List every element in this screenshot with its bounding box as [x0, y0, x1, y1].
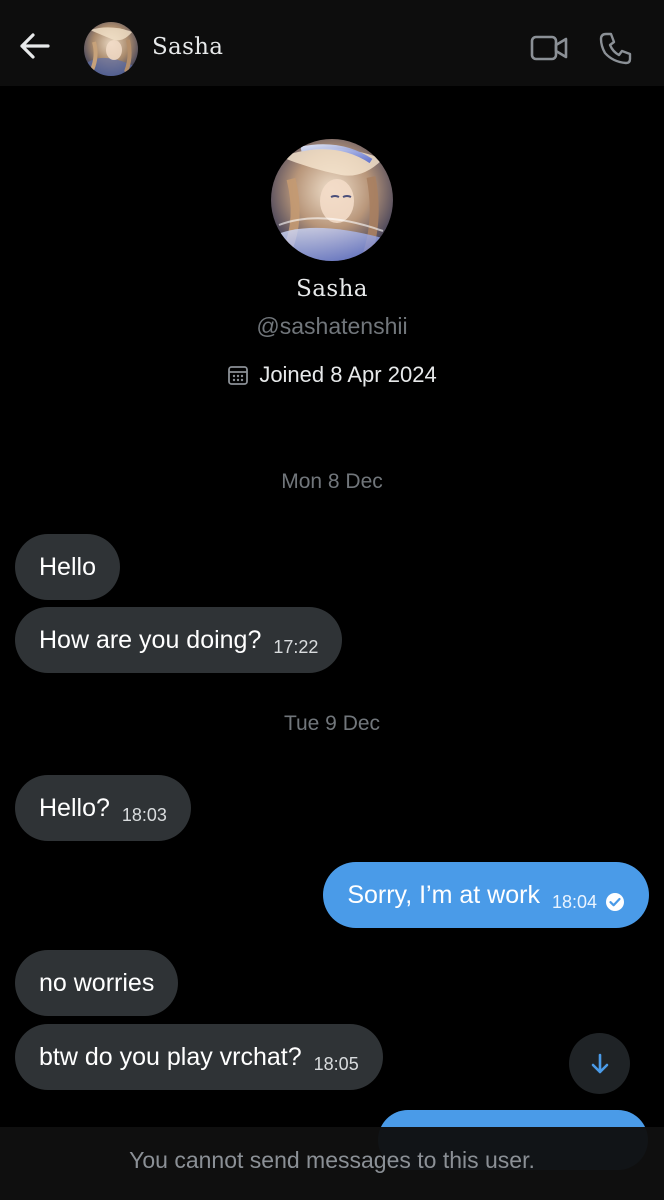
message-bubble-incoming[interactable]: How are you doing? 17:22	[15, 607, 343, 673]
voice-call-button[interactable]	[596, 28, 636, 68]
message-timestamp: 18:03	[121, 804, 167, 825]
message-timestamp: 18:04	[551, 891, 597, 912]
joined-date-text: Joined 8 Apr 2024	[259, 362, 437, 387]
date-separator: Mon 8 Dec	[281, 470, 383, 493]
conversation-header: Sasha	[0, 0, 664, 86]
arrow-left-icon	[20, 33, 50, 59]
message-bubble-incoming[interactable]: Hello	[15, 534, 120, 600]
message-text: How are you doing?	[39, 625, 262, 654]
composer-disabled-notice: You cannot send messages to this user.	[0, 1127, 664, 1200]
video-camera-icon	[530, 35, 568, 61]
message-text: Hello	[39, 552, 96, 581]
message-text: no worries	[39, 968, 155, 997]
message-text: Hello?	[39, 793, 110, 822]
calendar-icon	[228, 366, 249, 385]
profile-handle[interactable]: @sashatenshii	[0, 313, 664, 340]
back-button[interactable]	[14, 26, 54, 66]
date-separator: Tue 9 Dec	[283, 712, 381, 735]
message-bubble-incoming[interactable]: Hello? 18:03	[15, 775, 191, 841]
scroll-to-bottom-button[interactable]	[569, 1033, 630, 1094]
phone-icon	[599, 32, 632, 65]
profile-name[interactable]: Sasha	[0, 276, 664, 302]
message-timestamp: 18:05	[313, 1053, 359, 1074]
message-timestamp: 17:22	[273, 636, 319, 657]
message-bubble-incoming[interactable]: btw do you play vrchat? 18:05	[15, 1024, 383, 1090]
cannot-message-text: You cannot send messages to this user.	[129, 1147, 535, 1173]
video-call-button[interactable]	[528, 30, 570, 66]
header-avatar[interactable]	[84, 22, 138, 76]
profile-avatar[interactable]	[271, 139, 393, 261]
message-text: btw do you play vrchat?	[39, 1042, 302, 1071]
read-receipt-icon	[605, 892, 625, 912]
header-contact-name[interactable]: Sasha	[152, 34, 223, 60]
message-bubble-incoming[interactable]: no worries	[15, 950, 179, 1016]
message-bubble-outgoing[interactable]: Sorry, I’m at work 18:04	[323, 862, 649, 928]
message-text: Sorry, I’m at work	[347, 880, 540, 909]
arrow-down-icon	[591, 1053, 608, 1073]
dm-conversation-screen: Sasha Sasha @sashatenshii Joined 8 Apr 2…	[0, 0, 664, 1200]
joined-date-row: Joined 8 Apr 2024	[0, 362, 664, 388]
